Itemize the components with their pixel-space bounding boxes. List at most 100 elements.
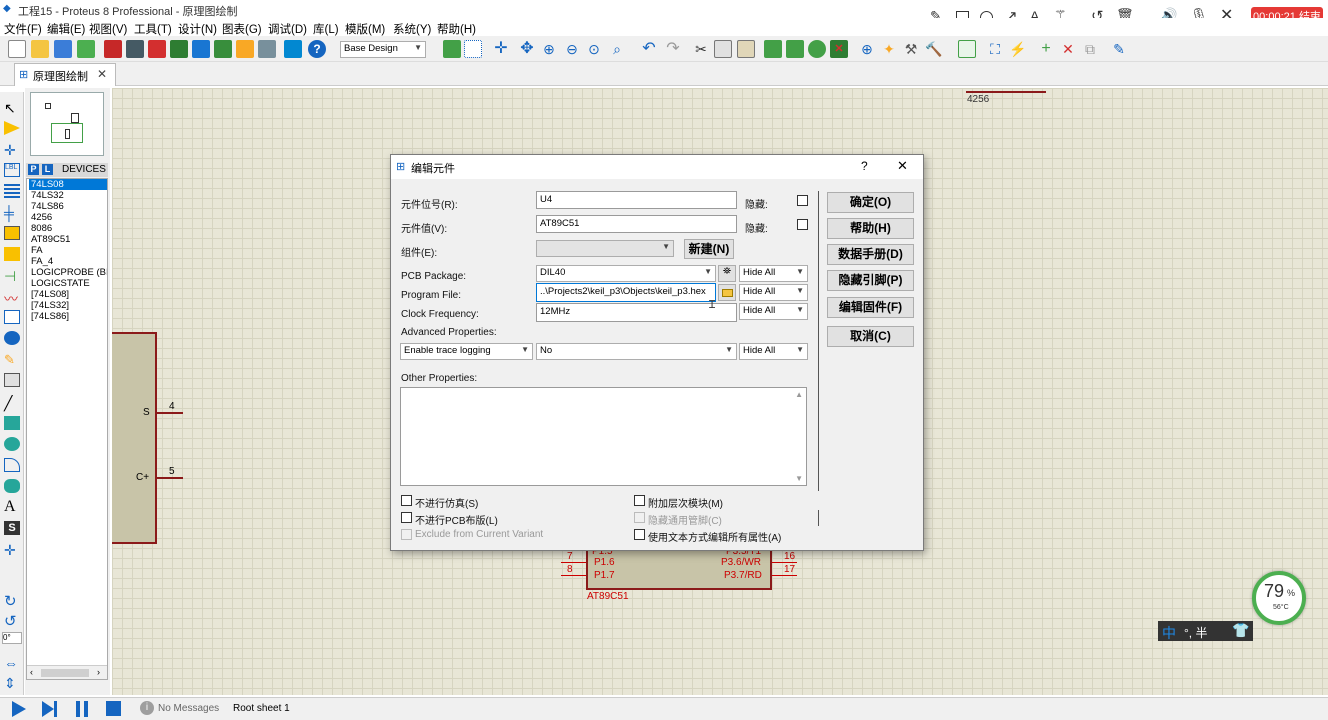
paste-icon[interactable] (737, 40, 755, 58)
buses-icon[interactable]: ╪ (4, 205, 20, 221)
layer-select[interactable]: Base Design ▼ (340, 41, 426, 58)
dialog-help-icon[interactable]: ? (861, 159, 868, 173)
edit-as-text-checkbox[interactable] (634, 529, 645, 540)
arc-tool-icon[interactable] (4, 458, 20, 472)
wire-autorouter-icon[interactable] (958, 40, 976, 58)
device-item[interactable]: LOGICPROBE (BIG (29, 267, 107, 278)
generator-icon[interactable] (4, 331, 20, 345)
shirt-icon[interactable]: 👕 (1232, 622, 1249, 639)
pcb-icon[interactable] (148, 40, 166, 58)
ok-button[interactable]: 确定(O) (827, 192, 914, 213)
rotate-cw-icon[interactable]: ↻ (4, 592, 20, 610)
menu-system[interactable]: 系统(Y) (393, 21, 431, 37)
pause-icon-left[interactable] (76, 701, 80, 717)
new-sheet-icon[interactable]: + (1037, 40, 1055, 58)
marker-tool-icon[interactable]: ✛ (4, 542, 20, 558)
device-pins-icon[interactable]: ⊣ (4, 268, 20, 284)
text-tool-icon[interactable]: A (4, 498, 20, 515)
property-tool-icon[interactable]: ⚡ (1009, 40, 1027, 58)
scroll-left-icon[interactable]: ‹ (30, 667, 33, 678)
play-icon[interactable] (12, 701, 26, 717)
rotate-ccw-icon[interactable]: ↺ (4, 612, 20, 630)
save-icon[interactable] (54, 40, 72, 58)
value-input[interactable]: AT89C51 (536, 215, 737, 233)
device-item[interactable]: [74LS32] (29, 300, 107, 311)
scroll-up-icon[interactable]: ▲ (795, 390, 803, 399)
help-icon[interactable]: ? (308, 40, 326, 58)
cpu-widget[interactable]: 79 % 56°C (1252, 571, 1306, 625)
device-item[interactable]: [74LS86] (29, 311, 107, 322)
ime-mode[interactable]: 中 (1162, 623, 1176, 643)
source-code-icon[interactable] (258, 40, 276, 58)
make-device-icon[interactable]: ✦ (880, 40, 898, 58)
library-manager-button[interactable]: L (42, 164, 53, 175)
hide-common-pins-checkbox[interactable] (634, 512, 645, 523)
box-tool-icon[interactable] (4, 416, 20, 430)
datasheet-button[interactable]: 数据手册(D) (827, 244, 914, 265)
pause-icon-right[interactable] (84, 701, 88, 717)
circle-tool-icon[interactable] (4, 437, 20, 451)
ime-bar[interactable]: 中 °, 半 👕 (1158, 621, 1253, 641)
menu-library[interactable]: 库(L) (313, 21, 339, 37)
tab-close-icon[interactable]: ✕ (97, 67, 107, 81)
zoom-area-icon[interactable]: ⌕ (608, 40, 626, 58)
menu-tools[interactable]: 工具(T) (134, 21, 172, 37)
hide-value-checkbox[interactable] (797, 219, 808, 230)
folder-open-icon[interactable] (718, 284, 736, 301)
other-properties-textarea[interactable]: ▲ ▼ (400, 387, 807, 486)
redo-toolbar-icon[interactable]: ↷ (664, 40, 682, 58)
partial-component[interactable] (112, 332, 157, 544)
scroll-thumb[interactable] (41, 669, 89, 677)
component-mode-icon[interactable] (4, 121, 20, 135)
package-browse-icon[interactable]: ⛯ (718, 265, 736, 282)
packaging-tool-icon[interactable]: ⚒ (902, 40, 920, 58)
block-rotate-icon[interactable] (808, 40, 826, 58)
ime-symbols[interactable]: °, 半 (1184, 624, 1207, 641)
schematic-icon[interactable] (126, 40, 144, 58)
overview-preview[interactable] (30, 92, 104, 156)
open-folder-icon[interactable] (31, 40, 49, 58)
visual-designer-icon[interactable] (284, 40, 302, 58)
block-move-icon[interactable] (786, 40, 804, 58)
origin-icon[interactable]: ✛ (492, 40, 510, 58)
zoom-out-icon[interactable]: ⊖ (563, 40, 581, 58)
selection-mode-icon[interactable]: ↖ (4, 100, 20, 116)
no-simulation-checkbox[interactable] (401, 495, 412, 506)
block-delete-icon[interactable]: ✕ (830, 40, 848, 58)
ref-input[interactable]: U4 (536, 191, 737, 209)
text-script-icon[interactable] (4, 184, 20, 198)
menu-template[interactable]: 模版(M) (345, 21, 385, 37)
voltage-probe-icon[interactable]: ✎ (4, 352, 20, 367)
menu-edit[interactable]: 编辑(E) (47, 21, 85, 37)
design-explorer-icon[interactable] (214, 40, 232, 58)
device-item[interactable]: AT89C51 (29, 234, 107, 245)
import-icon[interactable] (77, 40, 95, 58)
terminals-icon[interactable] (4, 247, 20, 261)
edit-firmware-button[interactable]: 编辑固件(F) (827, 297, 914, 318)
help-button[interactable]: 帮助(H) (827, 218, 914, 239)
line-tool-icon[interactable]: ╱ (4, 395, 20, 411)
exclude-variant-checkbox[interactable] (401, 529, 412, 540)
remove-sheet-icon[interactable]: ✕ (1059, 40, 1077, 58)
new-file-icon[interactable] (8, 40, 26, 58)
menu-debug[interactable]: 调试(D) (268, 21, 307, 37)
cut-icon[interactable]: ✂ (692, 40, 710, 58)
device-item[interactable]: 74LS08 (29, 179, 107, 190)
device-item[interactable]: 4256 (29, 212, 107, 223)
grid-icon[interactable] (464, 40, 482, 58)
dialog-close-icon[interactable]: ✕ (897, 158, 908, 174)
pick-devices-button[interactable]: P (28, 164, 39, 175)
device-item[interactable]: FA_4 (29, 256, 107, 267)
junction-dot-icon[interactable]: ✛ (4, 142, 20, 158)
scroll-down-icon[interactable]: ▼ (795, 474, 803, 483)
pan-icon[interactable]: ✥ (518, 40, 536, 58)
attach-hierarchy-checkbox[interactable] (634, 495, 645, 506)
menu-help[interactable]: 帮助(H) (437, 21, 476, 37)
refresh-icon[interactable] (443, 40, 461, 58)
device-item[interactable]: [74LS08] (29, 289, 107, 300)
wire-label-icon[interactable]: LBL (4, 163, 20, 177)
hide-ref-checkbox[interactable] (797, 195, 808, 206)
program-hide-select[interactable]: Hide All ▼ (739, 284, 808, 301)
virtual-instruments-icon[interactable] (4, 373, 20, 387)
no-pcb-checkbox[interactable] (401, 512, 412, 523)
